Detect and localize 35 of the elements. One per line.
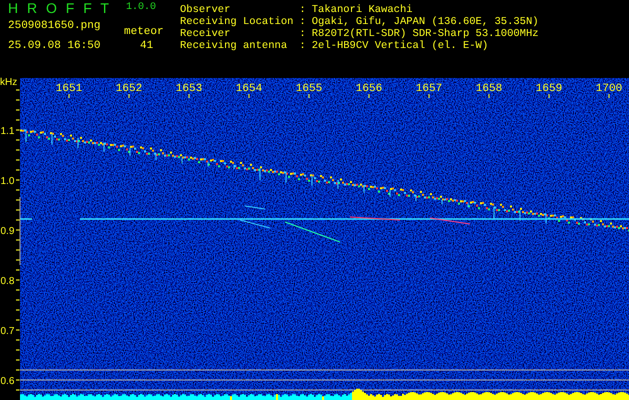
info-value: Takanori Kawachi [312, 4, 414, 16]
info-separator: : [299, 16, 306, 28]
count-label: meteor [124, 26, 164, 38]
count-value: 41 [140, 40, 154, 52]
tick-mark [308, 94, 310, 98]
axis-label: 0.6 [0, 376, 14, 387]
app-title: H R O F F T [8, 0, 109, 16]
axis-label: 1.1 [0, 126, 14, 137]
axis-label: 1.0 [0, 176, 14, 187]
version-label: 1.0.0 [126, 2, 156, 13]
axis-unit: kHz [0, 77, 18, 88]
axis-label: 1658 [476, 83, 502, 95]
info-separator: : [299, 40, 306, 52]
axis-label: 0.8 [0, 276, 14, 287]
info-separator: : [299, 4, 306, 16]
info-separator: : [299, 28, 306, 40]
info-label: Receiving Location [180, 16, 294, 28]
info-label: Receiving antenna [180, 40, 288, 52]
tick-mark [68, 94, 70, 98]
axis-label: 0.9 [0, 226, 14, 237]
info-label: Receiver [180, 28, 232, 40]
axis-label: 1655 [296, 83, 322, 95]
axis-label: 1652 [116, 83, 142, 95]
info-value: Ogaki, Gifu, JAPAN (136.60E, 35.35N) [312, 16, 539, 28]
filename-label: 2509081650.png [8, 20, 100, 32]
tick-mark [488, 94, 490, 98]
tick-mark [128, 94, 130, 98]
info-value: 2el-HB9CV Vertical (el. E-W) [312, 40, 490, 52]
datetime-label: 25.09.08 16:50 [8, 40, 100, 52]
axis-label: 1651 [56, 83, 82, 95]
info-label: Observer [180, 4, 232, 16]
axis-label: 1656 [356, 83, 382, 95]
info-value: R820T2(RTL-SDR) SDR-Sharp 53.1000MHz [312, 28, 539, 40]
axis-label: 0.7 [0, 326, 14, 337]
tick-mark [368, 94, 370, 98]
